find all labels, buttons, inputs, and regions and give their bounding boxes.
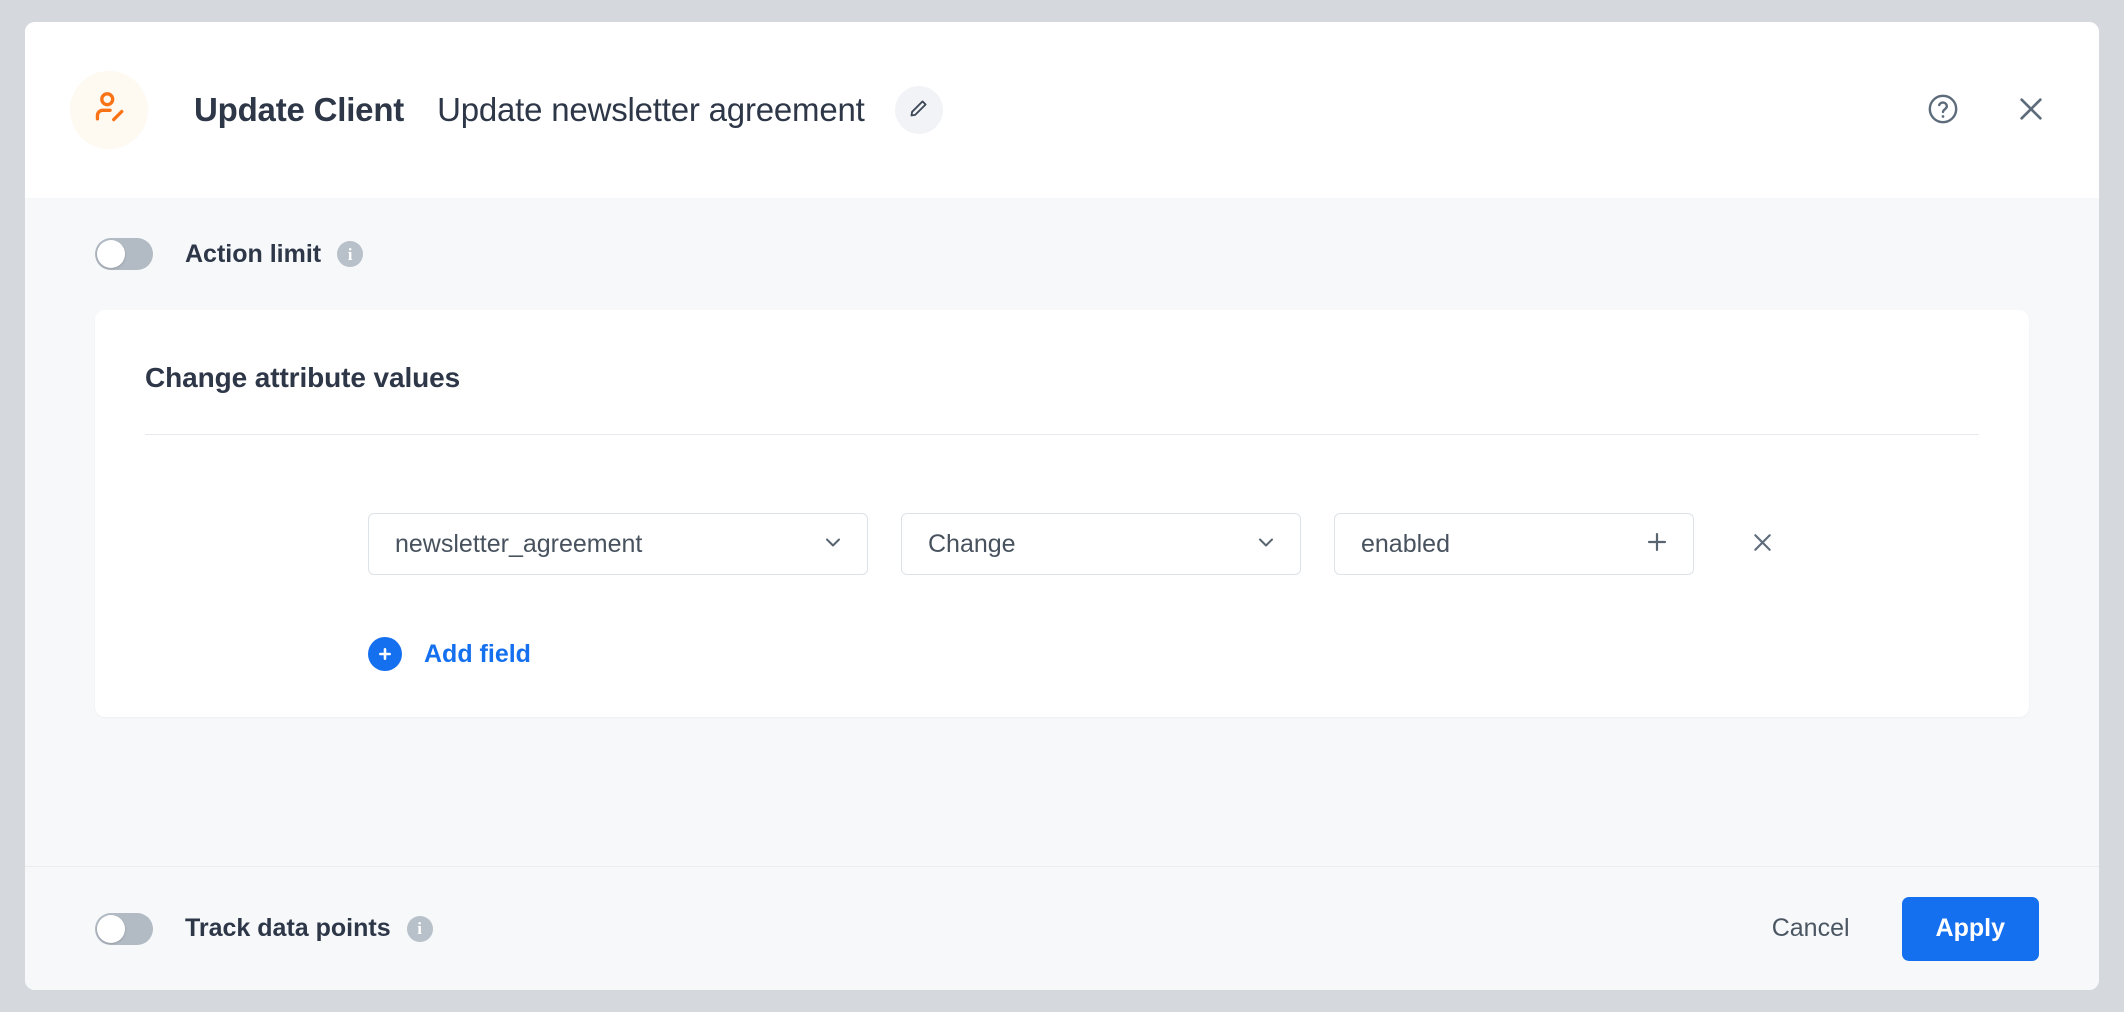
edit-name-button[interactable] <box>895 86 943 134</box>
add-field-label: Add field <box>424 640 531 669</box>
close-icon <box>1749 529 1776 559</box>
toggle-knob <box>97 915 125 943</box>
header-title-group: Update Client Update newsletter agreemen… <box>194 86 943 134</box>
track-data-points-label: Track data points <box>185 914 391 943</box>
action-limit-label: Action limit <box>185 240 321 269</box>
operation-select[interactable]: Change <box>901 513 1301 575</box>
action-type-avatar <box>70 71 148 149</box>
plus-circle-icon <box>368 637 402 671</box>
help-button[interactable] <box>1923 90 1963 130</box>
action-limit-info-icon[interactable]: i <box>337 241 363 267</box>
update-client-modal: Update Client Update newsletter agreemen… <box>25 22 2099 990</box>
remove-field-button[interactable] <box>1742 524 1782 564</box>
header-actions <box>1923 90 2051 130</box>
chevron-down-icon <box>1254 530 1278 559</box>
new-value-field[interactable]: enabled <box>1334 513 1694 575</box>
attribute-select-value: newsletter_agreement <box>395 530 821 559</box>
action-limit-toggle[interactable] <box>95 238 153 270</box>
chevron-down-icon <box>821 530 845 559</box>
modal-body: Action limit i Change attribute values n… <box>25 198 2099 866</box>
new-value-field-value: enabled <box>1361 530 1643 559</box>
footer-actions: Cancel Apply <box>1766 897 2039 961</box>
add-field-button[interactable]: Add field <box>368 637 531 671</box>
attribute-field-row: newsletter_agreement Change <box>145 435 1979 575</box>
card-title: Change attribute values <box>145 362 1979 394</box>
pencil-icon <box>908 98 929 122</box>
track-data-points-row: Track data points i <box>95 913 433 945</box>
action-name: Update newsletter agreement <box>437 91 865 129</box>
operation-select-value: Change <box>928 530 1254 559</box>
toggle-knob <box>97 240 125 268</box>
track-data-points-toggle[interactable] <box>95 913 153 945</box>
question-circle-icon <box>1926 92 1960 129</box>
track-data-points-info-icon[interactable]: i <box>407 916 433 942</box>
person-edit-icon <box>88 87 130 134</box>
close-modal-button[interactable] <box>2011 90 2051 130</box>
modal-footer: Track data points i Cancel Apply <box>25 866 2099 990</box>
cancel-button[interactable]: Cancel <box>1766 904 1856 953</box>
attribute-select[interactable]: newsletter_agreement <box>368 513 868 575</box>
action-limit-row: Action limit i <box>95 198 2029 310</box>
apply-button[interactable]: Apply <box>1902 897 2039 961</box>
change-attribute-values-card: Change attribute values newsletter_agree… <box>95 310 2029 717</box>
modal-header: Update Client Update newsletter agreemen… <box>25 22 2099 198</box>
close-icon <box>2014 92 2048 129</box>
plus-icon[interactable] <box>1643 528 1671 561</box>
page-title: Update Client <box>194 91 404 129</box>
